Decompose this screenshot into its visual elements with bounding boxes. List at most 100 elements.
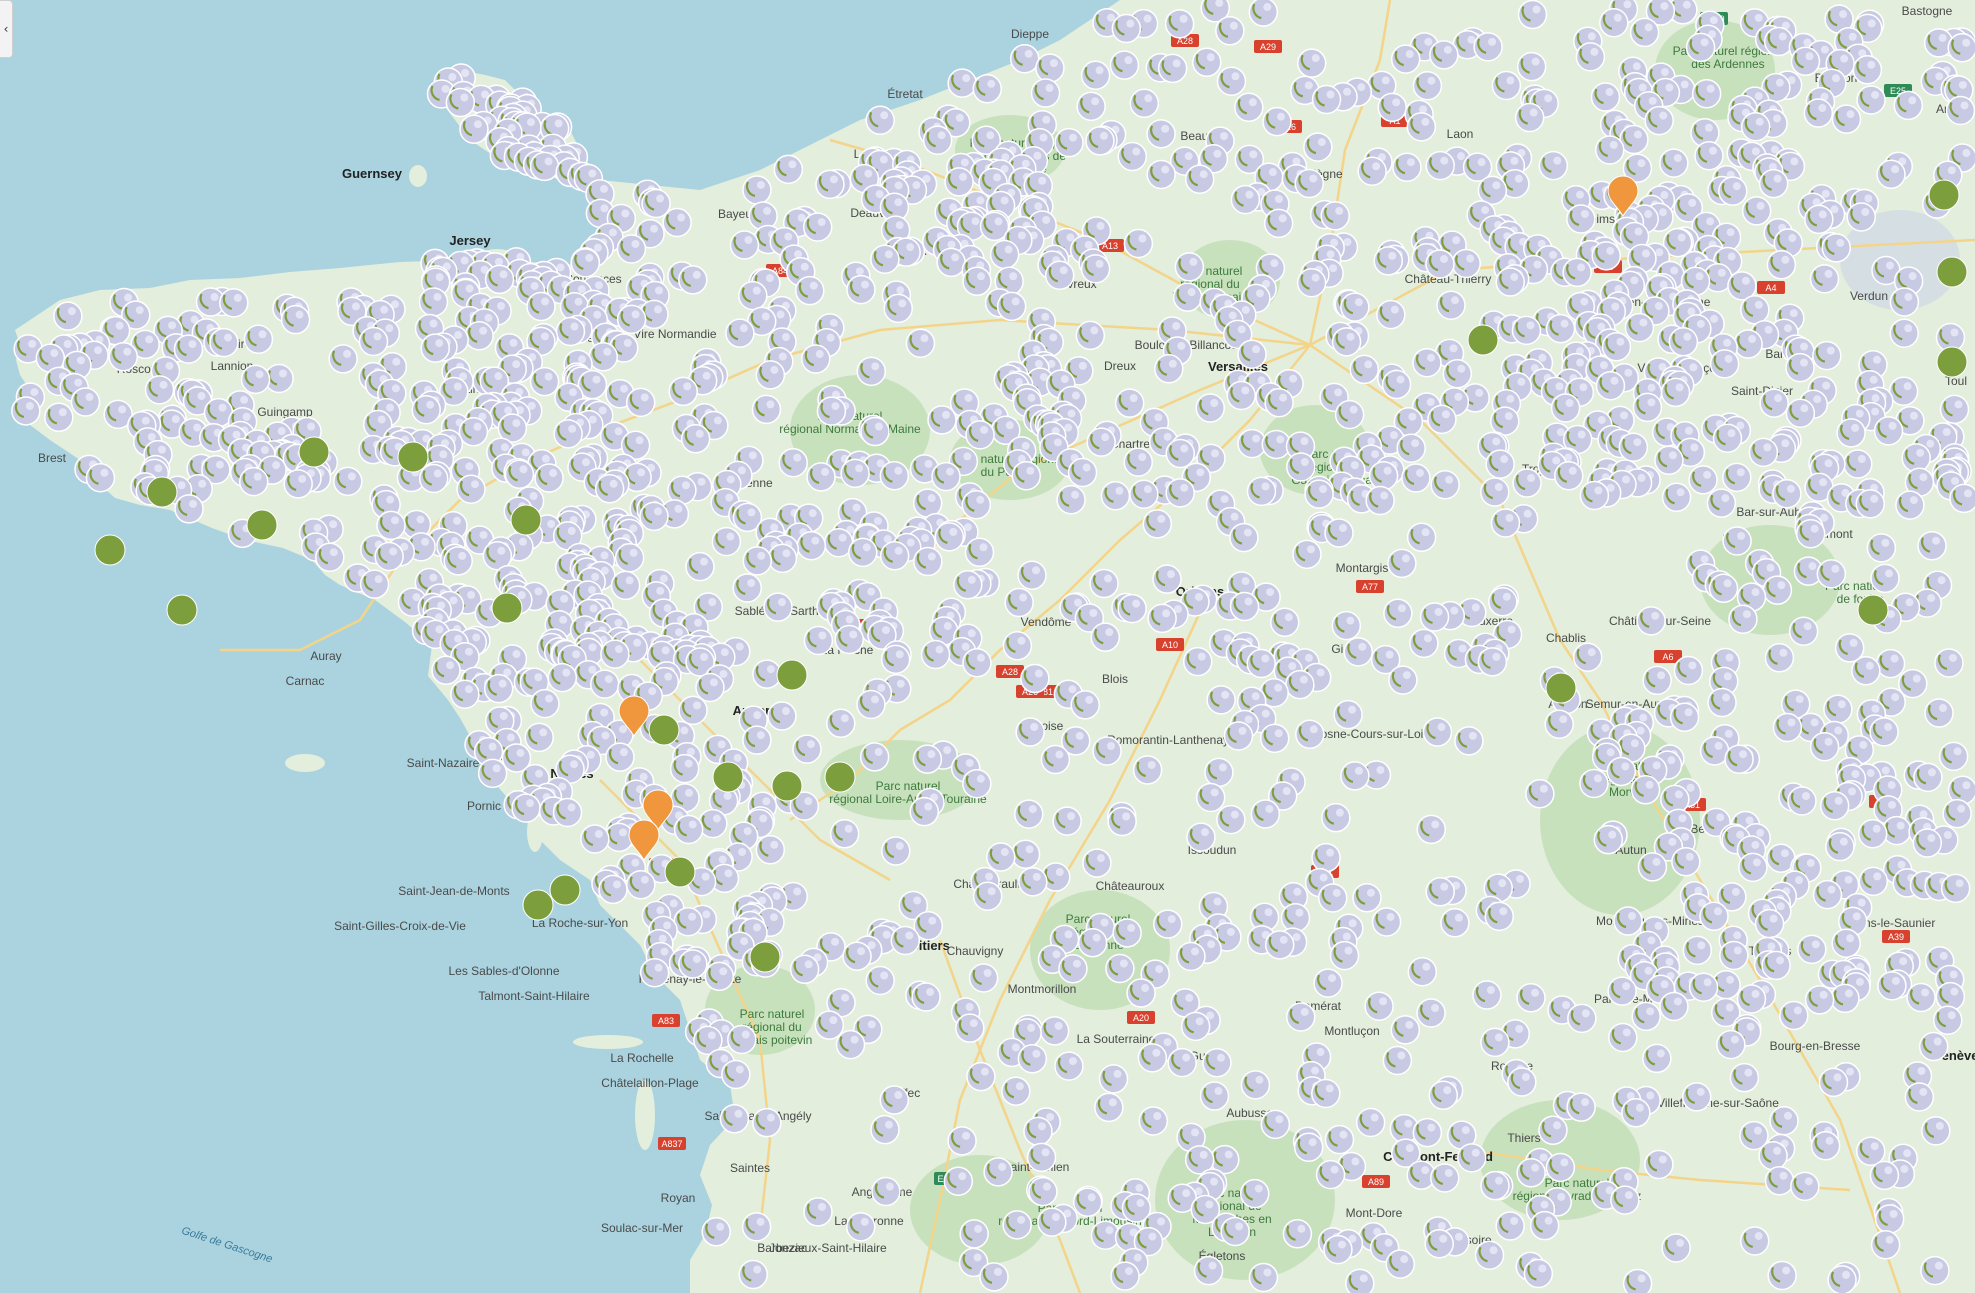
station-marker[interactable] (1186, 822, 1216, 852)
station-marker[interactable] (1037, 1207, 1067, 1237)
station-marker[interactable] (1001, 1076, 1031, 1106)
station-marker[interactable] (1636, 606, 1666, 636)
station-marker[interactable] (1630, 775, 1661, 805)
station-marker[interactable] (1740, 111, 1771, 142)
station-marker[interactable] (1642, 665, 1672, 696)
station-marker[interactable] (816, 396, 847, 426)
station-marker[interactable] (1819, 790, 1850, 821)
station-marker[interactable] (1419, 602, 1450, 632)
station-marker[interactable] (1681, 1082, 1712, 1112)
station-marker[interactable] (1804, 204, 1834, 235)
station-marker[interactable] (1092, 736, 1122, 766)
station-marker[interactable] (1836, 418, 1866, 448)
station-marker[interactable] (1077, 927, 1108, 958)
station-marker[interactable] (1146, 159, 1176, 190)
station-marker[interactable] (968, 963, 999, 993)
station-marker[interactable] (1152, 564, 1182, 594)
station-marker[interactable] (1111, 13, 1142, 44)
station-marker[interactable] (1661, 1233, 1691, 1263)
station-marker[interactable] (1739, 1226, 1770, 1256)
cluster-marker[interactable] (166, 594, 198, 626)
station-marker[interactable] (1295, 719, 1325, 750)
station-marker[interactable] (1940, 873, 1971, 904)
station-marker[interactable] (685, 551, 715, 582)
station-marker[interactable] (418, 287, 449, 317)
station-marker[interactable] (1669, 702, 1700, 732)
station-marker[interactable] (1671, 847, 1701, 877)
station-marker[interactable] (376, 510, 406, 541)
station-marker[interactable] (504, 459, 535, 490)
station-marker[interactable] (552, 797, 583, 828)
station-marker[interactable] (1787, 786, 1817, 816)
station-marker[interactable] (880, 644, 911, 675)
station-marker[interactable] (1644, 105, 1674, 136)
station-marker[interactable] (1270, 607, 1300, 637)
station-marker[interactable] (1164, 9, 1195, 39)
station-marker[interactable] (962, 768, 992, 799)
station-marker[interactable] (1472, 980, 1502, 1010)
station-marker[interactable] (1644, 1149, 1674, 1180)
station-marker[interactable] (1117, 593, 1147, 624)
station-marker[interactable] (1538, 150, 1569, 181)
station-marker[interactable] (1345, 1268, 1375, 1293)
station-marker[interactable] (1129, 88, 1160, 119)
station-marker[interactable] (1250, 799, 1281, 829)
station-marker[interactable] (1613, 906, 1643, 936)
station-marker[interactable] (1572, 642, 1603, 672)
station-marker[interactable] (1812, 879, 1843, 910)
station-marker[interactable] (1790, 46, 1821, 77)
station-marker[interactable] (1430, 1163, 1460, 1193)
station-marker[interactable] (792, 734, 822, 764)
station-marker[interactable] (524, 722, 554, 753)
station-marker[interactable] (1810, 1131, 1841, 1161)
station-marker[interactable] (1855, 1136, 1886, 1166)
station-marker[interactable] (11, 396, 41, 426)
station-marker[interactable] (610, 570, 641, 601)
station-marker[interactable] (1044, 260, 1075, 291)
station-marker[interactable] (1851, 656, 1881, 686)
station-marker[interactable] (1599, 8, 1629, 38)
station-marker[interactable] (529, 151, 560, 182)
station-marker[interactable] (1457, 1143, 1487, 1173)
cluster-marker[interactable] (491, 592, 523, 624)
station-marker[interactable] (1823, 694, 1853, 724)
station-marker[interactable] (738, 1259, 768, 1290)
station-marker[interactable] (879, 541, 910, 571)
station-marker[interactable] (1117, 141, 1148, 172)
station-marker[interactable] (1406, 522, 1437, 553)
station-marker[interactable] (829, 819, 860, 849)
station-marker[interactable] (1035, 53, 1065, 83)
station-marker[interactable] (955, 1013, 985, 1043)
station-marker[interactable] (1579, 768, 1609, 799)
station-marker[interactable] (1901, 443, 1931, 473)
station-marker[interactable] (1682, 935, 1713, 966)
station-marker[interactable] (590, 669, 620, 699)
station-marker[interactable] (1070, 690, 1100, 720)
station-marker[interactable] (1610, 1185, 1640, 1215)
station-marker[interactable] (1938, 741, 1969, 772)
station-marker[interactable] (1412, 70, 1443, 101)
station-marker[interactable] (1142, 509, 1173, 539)
station-marker[interactable] (1296, 48, 1327, 78)
station-marker[interactable] (727, 1024, 757, 1055)
station-marker[interactable] (1023, 1116, 1053, 1147)
station-marker[interactable] (1172, 282, 1203, 312)
station-marker[interactable] (1340, 761, 1370, 791)
station-marker[interactable] (529, 366, 560, 397)
station-marker[interactable] (1895, 490, 1925, 520)
station-marker[interactable] (1424, 1229, 1454, 1259)
station-marker[interactable] (1229, 522, 1259, 553)
station-marker[interactable] (1390, 1015, 1421, 1045)
station-marker[interactable] (570, 248, 601, 278)
station-marker[interactable] (1477, 647, 1508, 677)
station-marker[interactable] (738, 280, 768, 311)
cluster-marker[interactable] (1545, 672, 1577, 704)
station-marker[interactable] (1422, 717, 1453, 747)
station-marker[interactable] (1858, 866, 1889, 897)
station-marker[interactable] (1763, 26, 1794, 57)
station-marker[interactable] (1002, 631, 1033, 661)
station-marker[interactable] (1192, 47, 1222, 78)
station-marker[interactable] (1821, 233, 1852, 263)
station-marker[interactable] (1109, 50, 1140, 80)
station-marker[interactable] (1550, 393, 1581, 423)
